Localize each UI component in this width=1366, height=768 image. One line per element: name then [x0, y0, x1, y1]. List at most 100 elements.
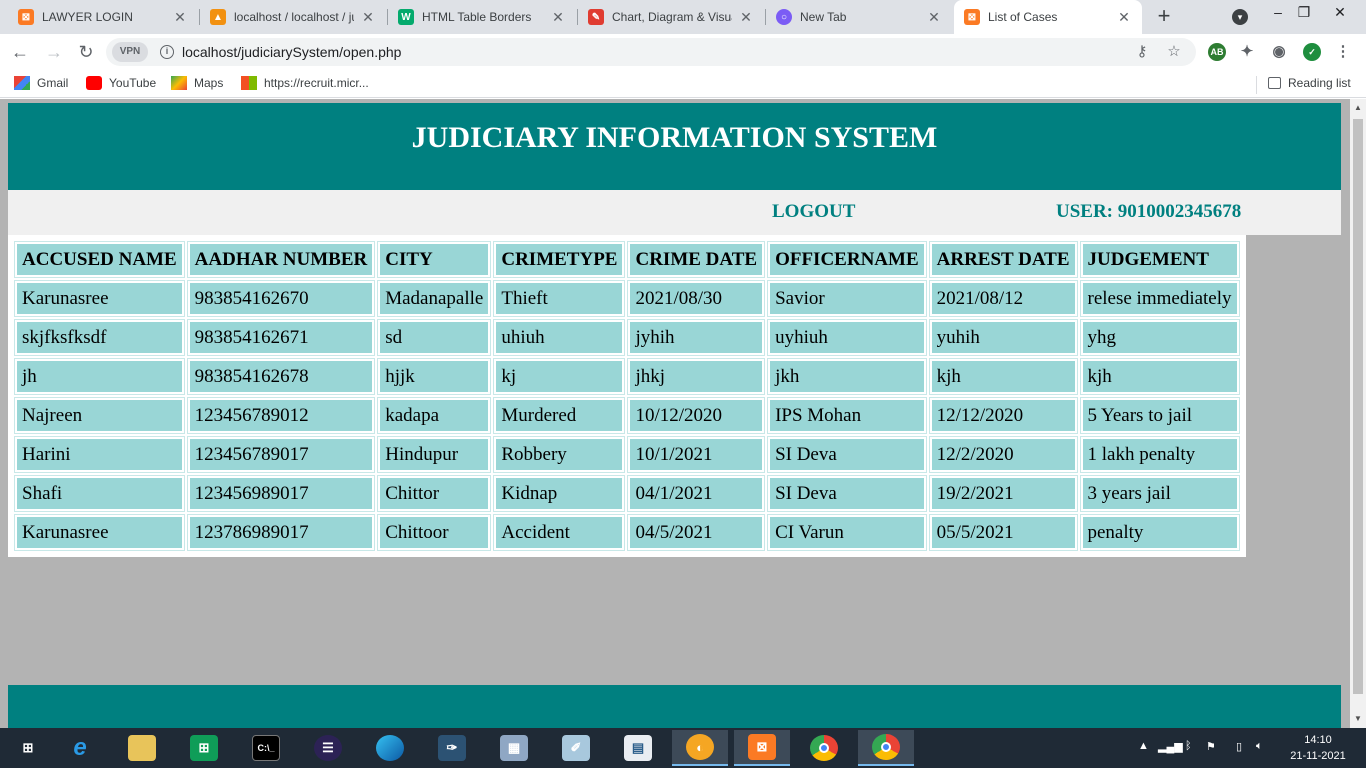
chrome-profile-icon — [872, 734, 900, 760]
table-cell: 5 Years to jail — [1079, 397, 1240, 434]
table-cell: Karunasree — [14, 280, 185, 317]
table-cell: 10/1/2021 — [627, 436, 766, 473]
taskbar-notes[interactable]: ✐ — [548, 730, 604, 766]
taskbar-eclipse[interactable]: ☰ — [300, 730, 356, 766]
taskbar-cmd[interactable]: C:\_ — [238, 730, 294, 766]
address-bar[interactable]: VPN i localhost/judiciarySystem/open.php… — [106, 38, 1196, 66]
table-cell: Accident — [493, 514, 626, 551]
tab-chart-diagram[interactable]: ✎ Chart, Diagram & Visua ✕ — [578, 0, 764, 34]
phpmyadmin-icon: ▲ — [210, 9, 226, 25]
taskbar-mysql[interactable]: ✑ — [424, 730, 480, 766]
close-icon[interactable]: ✕ — [1116, 9, 1132, 26]
taskbar-file-explorer[interactable] — [114, 730, 170, 766]
table-cell: SI Deva — [767, 475, 927, 512]
start-button[interactable]: ⊞ — [0, 730, 56, 766]
table-cell: IPS Mohan — [767, 397, 927, 434]
key-icon[interactable]: ⚷ — [1132, 42, 1152, 62]
table-cell: 123456789017 — [186, 436, 376, 473]
reload-button[interactable]: ↻ — [74, 40, 98, 64]
taskbar-ie[interactable]: e — [52, 730, 108, 766]
shield-icon[interactable]: ✓ — [1303, 43, 1321, 61]
adblock-icon[interactable]: AB — [1208, 43, 1226, 61]
tab-phpmyadmin[interactable]: ▲ localhost / localhost / ju ✕ — [200, 0, 386, 34]
column-header: AADHAR NUMBER — [186, 241, 376, 278]
close-icon[interactable]: ✕ — [172, 9, 188, 26]
url-text[interactable]: localhost/judiciarySystem/open.php — [182, 44, 401, 60]
bookmark-maps[interactable]: Maps — [171, 76, 223, 90]
scroll-up-arrow[interactable]: ▲ — [1350, 101, 1366, 115]
bookmark-gmail[interactable]: Gmail — [14, 76, 68, 90]
taskbar-calculator[interactable]: ▦ — [486, 730, 542, 766]
taskbar-browser[interactable]: ◐ — [672, 730, 728, 766]
notification-icon[interactable]: ⚑ — [1206, 740, 1216, 753]
close-window-button[interactable]: ✕ — [1320, 4, 1360, 21]
site-header: JUDICIARY INFORMATION SYSTEM — [8, 103, 1341, 190]
table-row: Karunasree 123786989017 Chittoor Accident 04… — [14, 514, 1240, 551]
close-icon[interactable]: ✕ — [738, 9, 754, 26]
restore-button[interactable]: ❐ — [1284, 4, 1324, 21]
table-cell: 12/12/2020 — [928, 397, 1078, 434]
tab-lawyer-login[interactable]: ⊠ LAWYER LOGIN ✕ — [8, 0, 198, 34]
bookmark-youtube[interactable]: YouTube — [86, 76, 156, 90]
extensions-icon[interactable]: ✦ — [1238, 43, 1256, 61]
bluetooth-icon[interactable]: ᛒ — [1185, 740, 1192, 752]
back-button[interactable]: ← — [8, 40, 32, 64]
start-icon: ⊞ — [22, 740, 34, 755]
column-header: ACCUSED NAME — [14, 241, 185, 278]
tab-html-table-borders[interactable]: W HTML Table Borders ✕ — [388, 0, 576, 34]
bookmark-recruit[interactable]: https://recruit.micr... — [241, 76, 369, 90]
xampp-icon: ⊠ — [18, 9, 34, 25]
menu-icon[interactable]: ⋮ — [1334, 43, 1352, 61]
logout-link[interactable]: LOGOUT — [772, 201, 855, 223]
table-cell: 12/2/2020 — [928, 436, 1078, 473]
taskbar-xampp[interactable]: ⊠ — [734, 730, 790, 766]
user-id-label: USER: 9010002345678 — [1056, 201, 1242, 222]
system-clock[interactable]: 14:10 21-11-2021 — [1290, 732, 1346, 764]
scroll-thumb[interactable] — [1353, 119, 1363, 694]
table-cell: 19/2/2021 — [928, 475, 1078, 512]
news-icon: ▤ — [624, 735, 652, 761]
reading-list-button[interactable]: Reading list — [1268, 76, 1351, 90]
scroll-down-arrow[interactable]: ▼ — [1350, 712, 1366, 726]
bookmark-label: Maps — [194, 76, 224, 90]
table-row: Shafi 123456989017 Chittor Kidnap 04/1/2021 S… — [14, 475, 1240, 512]
new-tab-button[interactable]: + — [1152, 5, 1176, 29]
network-icon[interactable]: ▂▄▆ — [1158, 740, 1183, 753]
table-cell: Savior — [767, 280, 927, 317]
bookmark-star-icon[interactable]: ☆ — [1164, 42, 1184, 62]
browser-icon: ◐ — [686, 734, 714, 760]
table-cell: 983854162670 — [186, 280, 376, 317]
taskbar-news[interactable]: ▤ — [610, 730, 666, 766]
tab-new-tab[interactable]: ○ New Tab ✕ — [766, 0, 952, 34]
taskbar-chrome-profile[interactable] — [858, 730, 914, 766]
table-cell: yhg — [1079, 319, 1240, 356]
table-cell: hjjk — [377, 358, 492, 395]
table-cell: Najreen — [14, 397, 185, 434]
forward-button[interactable]: → — [42, 40, 66, 64]
taskbar-chrome[interactable] — [796, 730, 852, 766]
vpn-badge[interactable]: VPN — [112, 42, 148, 62]
close-icon[interactable]: ✕ — [550, 9, 566, 26]
table-cell: Karunasree — [14, 514, 185, 551]
close-icon[interactable]: ✕ — [360, 9, 376, 26]
table-cell: kj — [493, 358, 626, 395]
column-header: CITY — [377, 241, 492, 278]
table-cell: SI Deva — [767, 436, 927, 473]
maps-icon — [171, 76, 187, 90]
table-cell: 123786989017 — [186, 514, 376, 551]
volume-icon[interactable]: 🔈︎ — [1256, 740, 1263, 753]
taskbar-edge[interactable] — [362, 730, 418, 766]
info-icon[interactable]: i — [160, 45, 174, 59]
tab-title: New Tab — [800, 10, 847, 24]
close-icon[interactable]: ✕ — [926, 9, 942, 26]
taskbar-store[interactable]: ⊞ — [176, 730, 232, 766]
battery-icon[interactable]: ▯ — [1236, 740, 1242, 753]
page-scrollbar[interactable]: ▲ ▼ — [1350, 99, 1366, 728]
table-cell: kjh — [1079, 358, 1240, 395]
tab-search-icon[interactable]: ▾ — [1232, 9, 1248, 25]
table-cell: Murdered — [493, 397, 626, 434]
tray-expand-icon[interactable]: ▲ — [1138, 740, 1149, 752]
tab-list-of-cases[interactable]: ⊠ List of Cases ✕ — [954, 0, 1142, 34]
profile-icon[interactable]: ◉ — [1270, 43, 1288, 61]
page-title: JUDICIARY INFORMATION SYSTEM — [411, 121, 938, 154]
